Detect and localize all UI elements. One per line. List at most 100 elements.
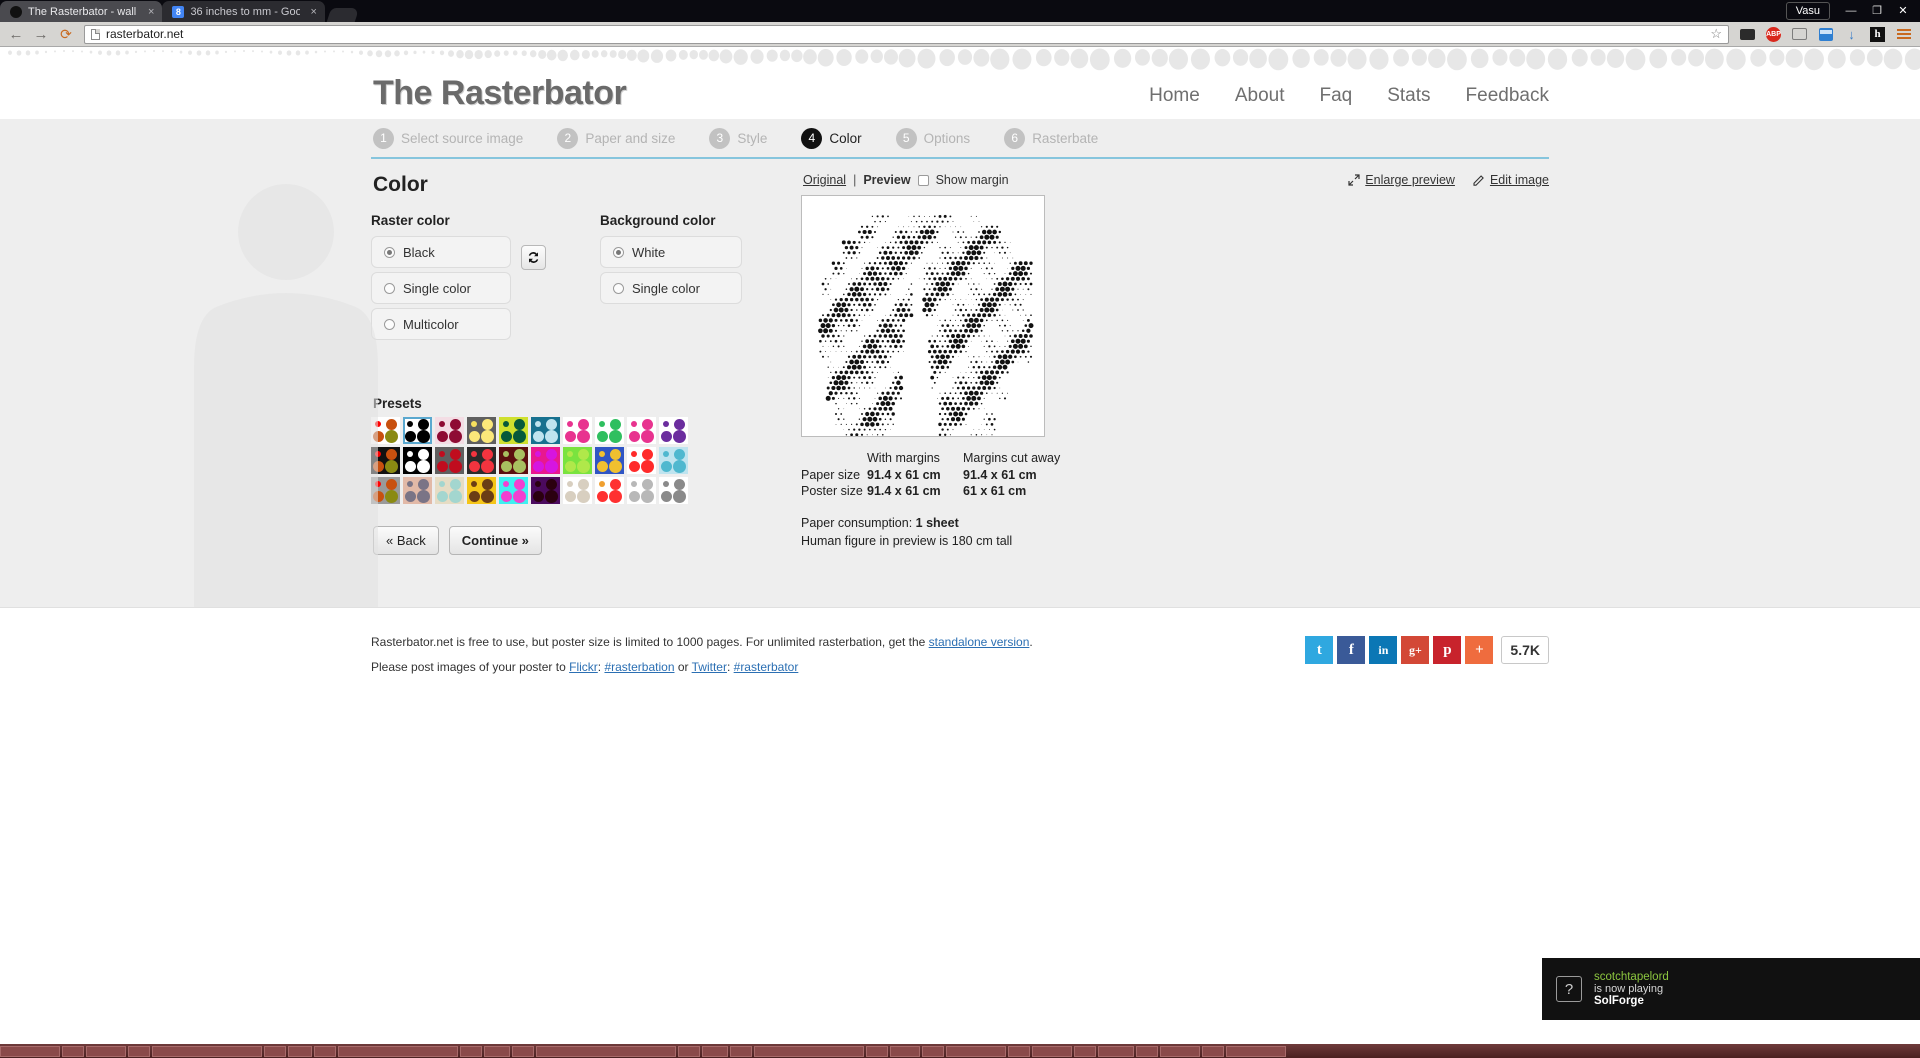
linkedin-share-button[interactable]: in: [1369, 636, 1398, 664]
preview-link[interactable]: Preview: [863, 173, 910, 187]
taskbar-item[interactable]: [1098, 1045, 1134, 1057]
reload-icon[interactable]: ⟳: [56, 24, 76, 44]
twitter-share-button[interactable]: t: [1305, 636, 1334, 664]
step-3-style[interactable]: 3 Style: [709, 127, 767, 149]
browser-tab-1[interactable]: The Rasterbator - wall art ×: [0, 1, 163, 22]
taskbar-item[interactable]: [1160, 1045, 1200, 1057]
preset-swatch-15[interactable]: [531, 447, 560, 474]
preset-swatch-14[interactable]: [499, 447, 528, 474]
preset-swatch-27[interactable]: [595, 477, 624, 504]
preset-swatch-9[interactable]: [659, 417, 688, 444]
step-2-paper-and-size[interactable]: 2 Paper and size: [557, 127, 675, 149]
radio-icon[interactable]: [613, 282, 624, 294]
site-logo[interactable]: The Rasterbator: [373, 74, 627, 113]
taskbar-item[interactable]: [1074, 1045, 1096, 1057]
preset-swatch-18[interactable]: [627, 447, 656, 474]
step-1-select-source-image[interactable]: 1 Select source image: [373, 127, 523, 149]
taskbar-item[interactable]: [678, 1045, 700, 1057]
taskbar-item[interactable]: [1136, 1045, 1158, 1057]
taskbar-item[interactable]: [86, 1045, 126, 1057]
preset-swatch-24[interactable]: [499, 477, 528, 504]
addthis-share-button[interactable]: +: [1465, 636, 1494, 664]
background-color-option-white[interactable]: White: [600, 236, 742, 268]
tab-close-icon[interactable]: ×: [144, 6, 154, 18]
forward-icon[interactable]: →: [31, 24, 51, 44]
preset-swatch-1[interactable]: [403, 417, 432, 444]
nav-feedback[interactable]: Feedback: [1466, 85, 1549, 107]
cast-icon[interactable]: [1789, 24, 1810, 44]
taskbar-item[interactable]: [890, 1045, 920, 1057]
taskbar-item[interactable]: [730, 1045, 752, 1057]
preview-image-card[interactable]: [801, 195, 1045, 437]
blue-app-icon[interactable]: [1815, 24, 1836, 44]
preset-swatch-7[interactable]: [595, 417, 624, 444]
show-margin-checkbox[interactable]: [917, 174, 929, 186]
address-bar[interactable]: rasterbator.net ☆: [84, 24, 1729, 44]
radio-icon[interactable]: [613, 246, 624, 258]
downloads-icon[interactable]: ↓: [1841, 24, 1862, 44]
preset-swatch-21[interactable]: [403, 477, 432, 504]
profile-chip[interactable]: Vasu: [1785, 1, 1830, 20]
back-icon[interactable]: ←: [6, 24, 26, 44]
pinterest-share-button[interactable]: p: [1433, 636, 1462, 664]
enlarge-preview-button[interactable]: Enlarge preview: [1348, 173, 1455, 187]
preset-swatch-28[interactable]: [627, 477, 656, 504]
game-notification-toast[interactable]: ? scotchtapelord is now playing SolForge: [1542, 958, 1920, 1020]
browser-tab-2[interactable]: 8 36 inches to mm - Google ×: [162, 1, 325, 22]
minimize-icon[interactable]: —: [1838, 1, 1864, 20]
preset-swatch-16[interactable]: [563, 447, 592, 474]
preset-swatch-13[interactable]: [467, 447, 496, 474]
nav-faq[interactable]: Faq: [1319, 85, 1352, 107]
preset-swatch-2[interactable]: [435, 417, 464, 444]
taskbar-item[interactable]: [1226, 1045, 1286, 1057]
taskbar-item[interactable]: [460, 1045, 482, 1057]
rasterbator-tag-link[interactable]: #rasterbator: [734, 660, 799, 674]
taskbar-item[interactable]: [512, 1045, 534, 1057]
taskbar-item[interactable]: [338, 1045, 458, 1057]
rasterbation-tag-link[interactable]: #rasterbation: [604, 660, 674, 674]
taskbar-item[interactable]: [536, 1045, 676, 1057]
preset-swatch-25[interactable]: [531, 477, 560, 504]
taskbar-item[interactable]: [1032, 1045, 1072, 1057]
step-4-color[interactable]: 4 Color: [801, 127, 862, 149]
preset-swatch-6[interactable]: [563, 417, 592, 444]
preset-swatch-22[interactable]: [435, 477, 464, 504]
googleplus-share-button[interactable]: g+: [1401, 636, 1430, 664]
h-extension-icon[interactable]: h: [1867, 24, 1888, 44]
original-link[interactable]: Original: [803, 173, 846, 187]
taskbar-item[interactable]: [0, 1045, 60, 1057]
taskbar-item[interactable]: [1008, 1045, 1030, 1057]
preset-swatch-5[interactable]: [531, 417, 560, 444]
taskbar-item[interactable]: [484, 1045, 510, 1057]
edit-image-button[interactable]: Edit image: [1473, 173, 1549, 187]
chrome-menu-icon[interactable]: [1893, 24, 1914, 44]
nav-stats[interactable]: Stats: [1387, 85, 1430, 107]
facebook-share-button[interactable]: f: [1337, 636, 1366, 664]
preset-swatch-19[interactable]: [659, 447, 688, 474]
tab-close-icon[interactable]: ×: [306, 6, 316, 18]
flickr-link[interactable]: Flickr: [569, 660, 598, 674]
taskbar-item[interactable]: [288, 1045, 312, 1057]
taskbar-item[interactable]: [152, 1045, 262, 1057]
preset-swatch-29[interactable]: [659, 477, 688, 504]
new-tab-button[interactable]: [326, 8, 360, 22]
twitter-link[interactable]: Twitter: [692, 660, 727, 674]
background-color-option-single[interactable]: Single color: [600, 272, 742, 304]
step-6-rasterbate[interactable]: 6 Rasterbate: [1004, 127, 1098, 149]
step-5-options[interactable]: 5 Options: [895, 127, 970, 149]
taskbar-item[interactable]: [62, 1045, 84, 1057]
preset-swatch-26[interactable]: [563, 477, 592, 504]
os-taskbar[interactable]: [0, 1044, 1920, 1058]
taskbar-item[interactable]: [264, 1045, 286, 1057]
preset-swatch-8[interactable]: [627, 417, 656, 444]
dark-square-extension-icon[interactable]: [1737, 24, 1758, 44]
taskbar-item[interactable]: [128, 1045, 150, 1057]
continue-button[interactable]: Continue »: [448, 526, 542, 555]
preset-swatch-23[interactable]: [467, 477, 496, 504]
taskbar-item[interactable]: [1202, 1045, 1224, 1057]
taskbar-item[interactable]: [922, 1045, 944, 1057]
preset-swatch-17[interactable]: [595, 447, 624, 474]
preset-swatch-12[interactable]: [435, 447, 464, 474]
taskbar-item[interactable]: [946, 1045, 1006, 1057]
swap-colors-button[interactable]: [521, 245, 546, 270]
